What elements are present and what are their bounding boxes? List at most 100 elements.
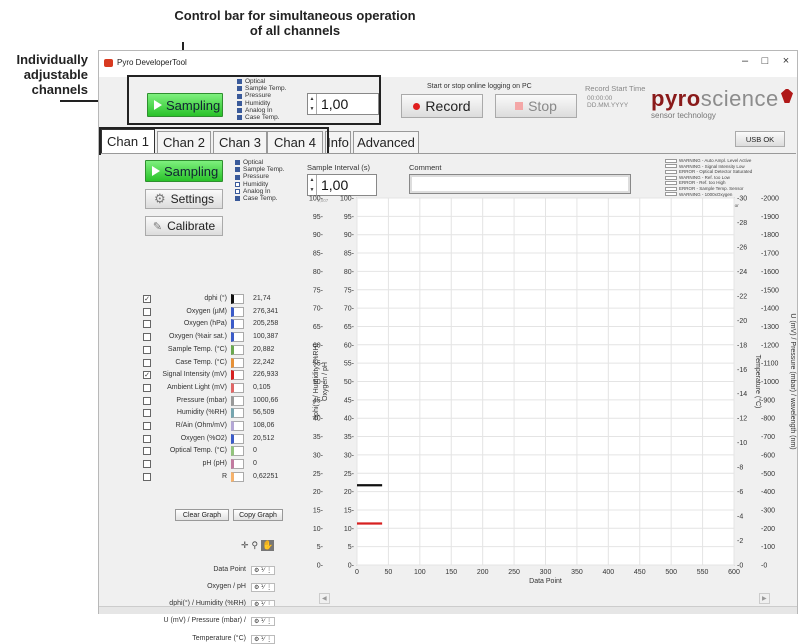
- y-left1-axis-label: dphi(°) / Humidity (%RH): [312, 343, 320, 420]
- y-right2-tick-label: -900: [761, 397, 775, 404]
- y-right2-tick-label: -400: [761, 489, 775, 496]
- y-right2-tick-label: -1600: [761, 269, 779, 276]
- y-right2-tick-label: -100: [761, 544, 775, 551]
- y-right1-tick-label: -20: [737, 318, 747, 325]
- y-left2-tick-label: 55-: [344, 361, 355, 368]
- y-left2-tick-label: 15-: [344, 507, 355, 514]
- y-left2-tick-label: 50-: [344, 379, 355, 386]
- y-right2-tick-label: -1200: [761, 342, 779, 349]
- y-left1-tick-label: 65-: [313, 324, 324, 331]
- y-right2-tick-label: -200: [761, 526, 775, 533]
- plot-area: 0 50 100 150 200 250 300 350 400 450 500 550 600 Data…: [99, 51, 797, 613]
- y-right1-tick-label: -12: [737, 416, 747, 423]
- y-left1-tick-label: 100-: [309, 196, 324, 203]
- x-tick-label: 50: [385, 569, 393, 576]
- x-tick-label: 400: [602, 569, 614, 576]
- axis-legend-label: U (mV) / Pressure (mbar) /: [163, 617, 246, 624]
- y-left1-tick-label: 35-: [313, 434, 324, 441]
- y-left1-tick-label: 90-: [313, 232, 324, 239]
- axis-legend-label: Temperature (°C): [192, 635, 246, 642]
- annotation-line: of all channels: [249, 23, 341, 38]
- y-right1-tick-label: -18: [737, 342, 747, 349]
- y-right2-tick-label: -1700: [761, 251, 779, 258]
- x-tick-label: 200: [477, 569, 489, 576]
- horizontal-scrollbar[interactable]: [99, 606, 797, 614]
- x-tick-label: 350: [571, 569, 583, 576]
- y-right2-axis-label: U (mV) / Pressure (mbar) / wavelength (n…: [789, 313, 796, 449]
- scroll-left-button[interactable]: ◀: [319, 593, 330, 604]
- y-left2-tick-label: 60-: [344, 342, 355, 349]
- y-right2-tick-label: -800: [761, 416, 775, 423]
- y-right1-axis-label: Temperature (°C): [754, 355, 762, 409]
- y-left2-tick-label: 100-: [340, 196, 355, 203]
- y-left1-tick-label: 0-: [317, 563, 324, 570]
- y-right1-tick-label: -4: [737, 514, 743, 521]
- x-tick-label: 0: [355, 569, 359, 576]
- y-right1-tick-label: -30: [737, 196, 747, 203]
- annotation-channels: Individually adjustable channels: [0, 52, 88, 97]
- x-tick-label: 300: [540, 569, 552, 576]
- y-left2-tick-label: 40-: [344, 416, 355, 423]
- y-right1-tick-label: -10: [737, 440, 747, 447]
- y-right2-tick-label: -1800: [761, 232, 779, 239]
- x-tick-label: 550: [697, 569, 709, 576]
- x-tick-label: 500: [665, 569, 677, 576]
- x-axis-label: Data Point: [529, 578, 562, 585]
- x-tick-label: 600: [728, 569, 740, 576]
- y-right2-tick-label: -1000: [761, 379, 779, 386]
- y-left2-tick-label: 70-: [344, 306, 355, 313]
- y-right2-tick-label: -1500: [761, 287, 779, 294]
- y-right1-tick-label: -28: [737, 220, 747, 227]
- x-tick-label: 450: [634, 569, 646, 576]
- y-right2-tick-label: -500: [761, 471, 775, 478]
- y-left1-tick-label: 75-: [313, 287, 324, 294]
- y-right1-tick-label: -24: [737, 269, 747, 276]
- annotation-line: Control bar for simultaneous operation: [174, 8, 416, 23]
- y-left2-tick-label: 85-: [344, 251, 355, 258]
- annotation-control-bar: Control bar for simultaneous operation o…: [165, 8, 425, 38]
- y-left2-tick-label: 10-: [344, 526, 355, 533]
- chart-svg: 0 50 100 150 200 250 300 350 400 450 500 550 600 Data…: [309, 196, 796, 586]
- y-right1-tick-label: -6: [737, 489, 743, 496]
- y-right2-tick-label: -1100: [761, 361, 778, 368]
- y-left1-tick-label: 70-: [313, 306, 324, 313]
- y-left1-tick-label: 80-: [313, 269, 324, 276]
- y-left2-tick-label: 75-: [344, 287, 355, 294]
- y-left2-tick-label: 45-: [344, 397, 355, 404]
- axis-format-icons[interactable]: ⚙ ⅟ ⋮: [251, 617, 276, 626]
- y-left2-axis-label: Oxygen / pH: [322, 362, 329, 401]
- y-left2-tick-label: 95-: [344, 214, 355, 221]
- x-tick-label: 150: [445, 569, 457, 576]
- x-tick-label: 250: [508, 569, 520, 576]
- y-left1-tick-label: 5-: [317, 544, 324, 551]
- annotation-line: adjustable: [23, 67, 88, 82]
- y-left2-tick-label: 80-: [344, 269, 355, 276]
- y-left1-tick-label: 95-: [313, 214, 324, 221]
- y-right2-tick-label: -600: [761, 452, 775, 459]
- y-left1-tick-label: 30-: [313, 452, 324, 459]
- annotation-line: Individually: [16, 52, 88, 67]
- y-right1-tick-label: -8: [737, 465, 743, 472]
- y-left1-tick-label: 25-: [313, 471, 324, 478]
- y-left2-tick-label: 35-: [344, 434, 355, 441]
- y-right2-tick-label: -300: [761, 507, 775, 514]
- y-right2-tick-label: -0: [761, 563, 767, 570]
- y-right2-tick-label: -700: [761, 434, 775, 441]
- y-right1-tick-label: -0: [737, 563, 743, 570]
- y-left2-tick-label: 65-: [344, 324, 355, 331]
- scroll-right-button[interactable]: ▶: [759, 593, 770, 604]
- y-right1-tick-label: -26: [737, 244, 747, 251]
- y-right2-tick-label: -1900: [761, 214, 779, 221]
- y-left2-tick-label: 20-: [344, 489, 355, 496]
- y-right1-tick-label: -2: [737, 538, 743, 545]
- y-left2-tick-label: 90-: [344, 232, 355, 239]
- y-left2-tick-label: 0-: [348, 563, 355, 570]
- y-left1-tick-label: 15-: [313, 507, 324, 514]
- app-window: Pyro DeveloperTool – □ × Sampling Optica…: [98, 50, 798, 644]
- axis-format-icons[interactable]: ⚙ ⅟ ⋮: [251, 635, 276, 644]
- y-left2-tick-label: 30-: [344, 452, 355, 459]
- y-left1-tick-label: 20-: [313, 489, 324, 496]
- y-right2-tick-label: -2000: [761, 196, 779, 203]
- y-right2-tick-label: -1300: [761, 324, 779, 331]
- y-right1-tick-label: -14: [737, 391, 747, 398]
